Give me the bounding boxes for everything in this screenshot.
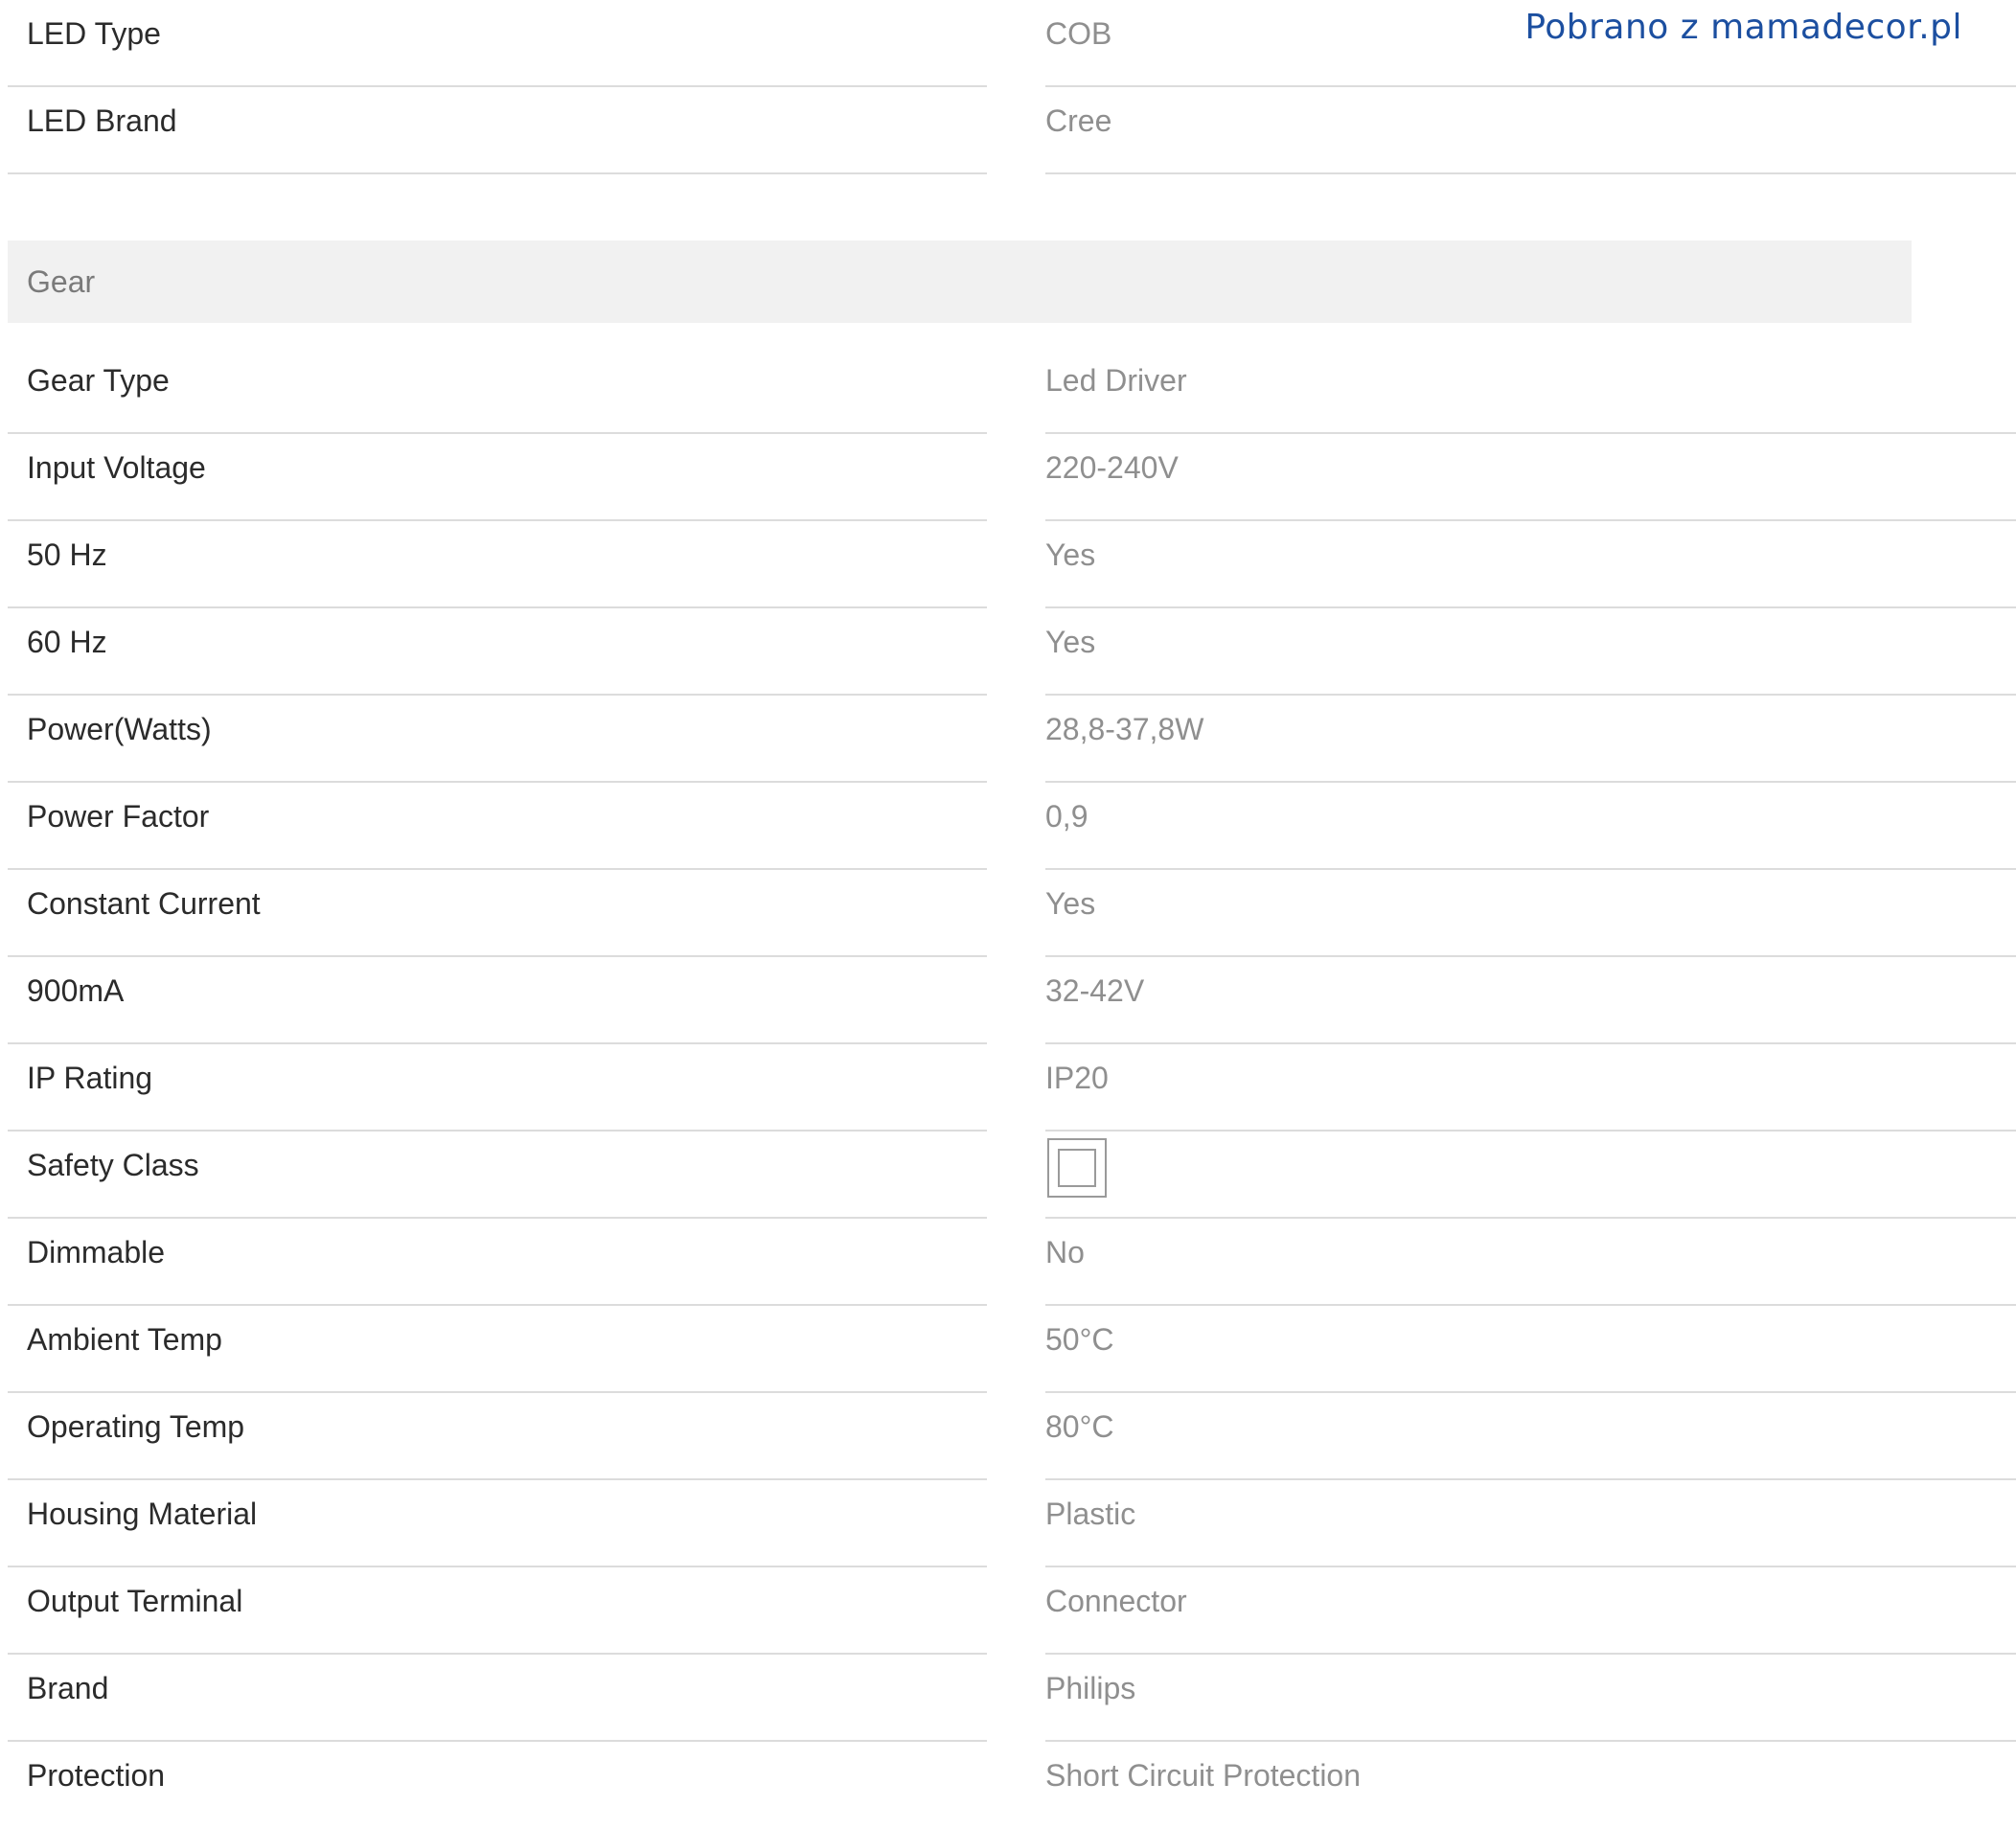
spec-value: Yes xyxy=(1045,886,1096,921)
spec-label: Protection xyxy=(27,1758,166,1793)
spec-value: 220-240V xyxy=(1045,450,1179,485)
spec-label: Gear Type xyxy=(27,363,170,398)
section-title: Gear xyxy=(27,264,96,299)
spec-value: IP20 xyxy=(1045,1061,1109,1095)
spec-label: Operating Temp xyxy=(27,1409,245,1444)
spec-row-60hz: 60 Hz Yes xyxy=(0,608,2016,696)
spec-value: Cree xyxy=(1045,103,1112,138)
spec-label: 50 Hz xyxy=(27,537,107,572)
spec-label: IP Rating xyxy=(27,1061,153,1095)
spec-value: 32-42V xyxy=(1045,973,1145,1008)
spec-value: 50°C xyxy=(1045,1322,1114,1357)
spec-label: 900mA xyxy=(27,973,125,1008)
spec-row-safety-class: Safety Class xyxy=(0,1132,2016,1219)
section-header-gear: Gear xyxy=(8,240,1912,323)
spec-row-led-type: LED Type COB xyxy=(0,0,2016,87)
spec-value: COB xyxy=(1045,16,1112,51)
spec-row-power-factor: Power Factor 0,9 xyxy=(0,783,2016,870)
spec-label: LED Type xyxy=(27,16,161,51)
spec-label: Power(Watts) xyxy=(27,712,212,746)
spec-row-housing-material: Housing Material Plastic xyxy=(0,1480,2016,1567)
spec-row-protection: Protection Short Circuit Protection xyxy=(0,1742,2016,1829)
spec-value: Yes xyxy=(1045,625,1096,659)
spec-row-900ma: 900mA 32-42V xyxy=(0,957,2016,1044)
spec-row-constant-current: Constant Current Yes xyxy=(0,870,2016,957)
spec-row-50hz: 50 Hz Yes xyxy=(0,521,2016,608)
spec-row-gear-type: Gear Type Led Driver xyxy=(0,347,2016,434)
spec-value: 80°C xyxy=(1045,1409,1114,1444)
spec-row-brand: Brand Philips xyxy=(0,1655,2016,1742)
spec-value: 28,8-37,8W xyxy=(1045,712,1204,746)
spec-row-ip-rating: IP Rating IP20 xyxy=(0,1044,2016,1132)
spec-value: 0,9 xyxy=(1045,799,1088,834)
spec-value: Plastic xyxy=(1045,1497,1136,1531)
spec-value: Short Circuit Protection xyxy=(1045,1758,1362,1793)
spec-row-input-voltage: Input Voltage 220-240V xyxy=(0,434,2016,521)
spec-label: 60 Hz xyxy=(27,625,107,659)
class-ii-inner-square xyxy=(1058,1149,1096,1187)
spec-label: Safety Class xyxy=(27,1148,199,1182)
spec-row-power-watts: Power(Watts) 28,8-37,8W xyxy=(0,696,2016,783)
spec-label: Brand xyxy=(27,1671,109,1705)
spec-value: Yes xyxy=(1045,537,1096,572)
spec-value: No xyxy=(1045,1235,1085,1269)
divider xyxy=(1045,172,2016,174)
spec-label: Constant Current xyxy=(27,886,261,921)
spec-row-output-terminal: Output Terminal Connector xyxy=(0,1567,2016,1655)
spec-value: Connector xyxy=(1045,1584,1187,1618)
spec-row-operating-temp: Operating Temp 80°C xyxy=(0,1393,2016,1480)
spec-row-led-brand: LED Brand Cree xyxy=(0,87,2016,174)
divider xyxy=(8,172,987,174)
spec-label: Output Terminal xyxy=(27,1584,243,1618)
spec-label: Power Factor xyxy=(27,799,210,834)
spec-label: Housing Material xyxy=(27,1497,258,1531)
spec-label: Ambient Temp xyxy=(27,1322,222,1357)
class-ii-double-square-icon xyxy=(1047,1138,1107,1198)
spec-label: LED Brand xyxy=(27,103,177,138)
spec-value: Led Driver xyxy=(1045,363,1187,398)
spec-value: Philips xyxy=(1045,1671,1136,1705)
spec-label: Dimmable xyxy=(27,1235,166,1269)
spec-row-dimmable: Dimmable No xyxy=(0,1219,2016,1306)
spec-label: Input Voltage xyxy=(27,450,206,485)
spec-row-ambient-temp: Ambient Temp 50°C xyxy=(0,1306,2016,1393)
